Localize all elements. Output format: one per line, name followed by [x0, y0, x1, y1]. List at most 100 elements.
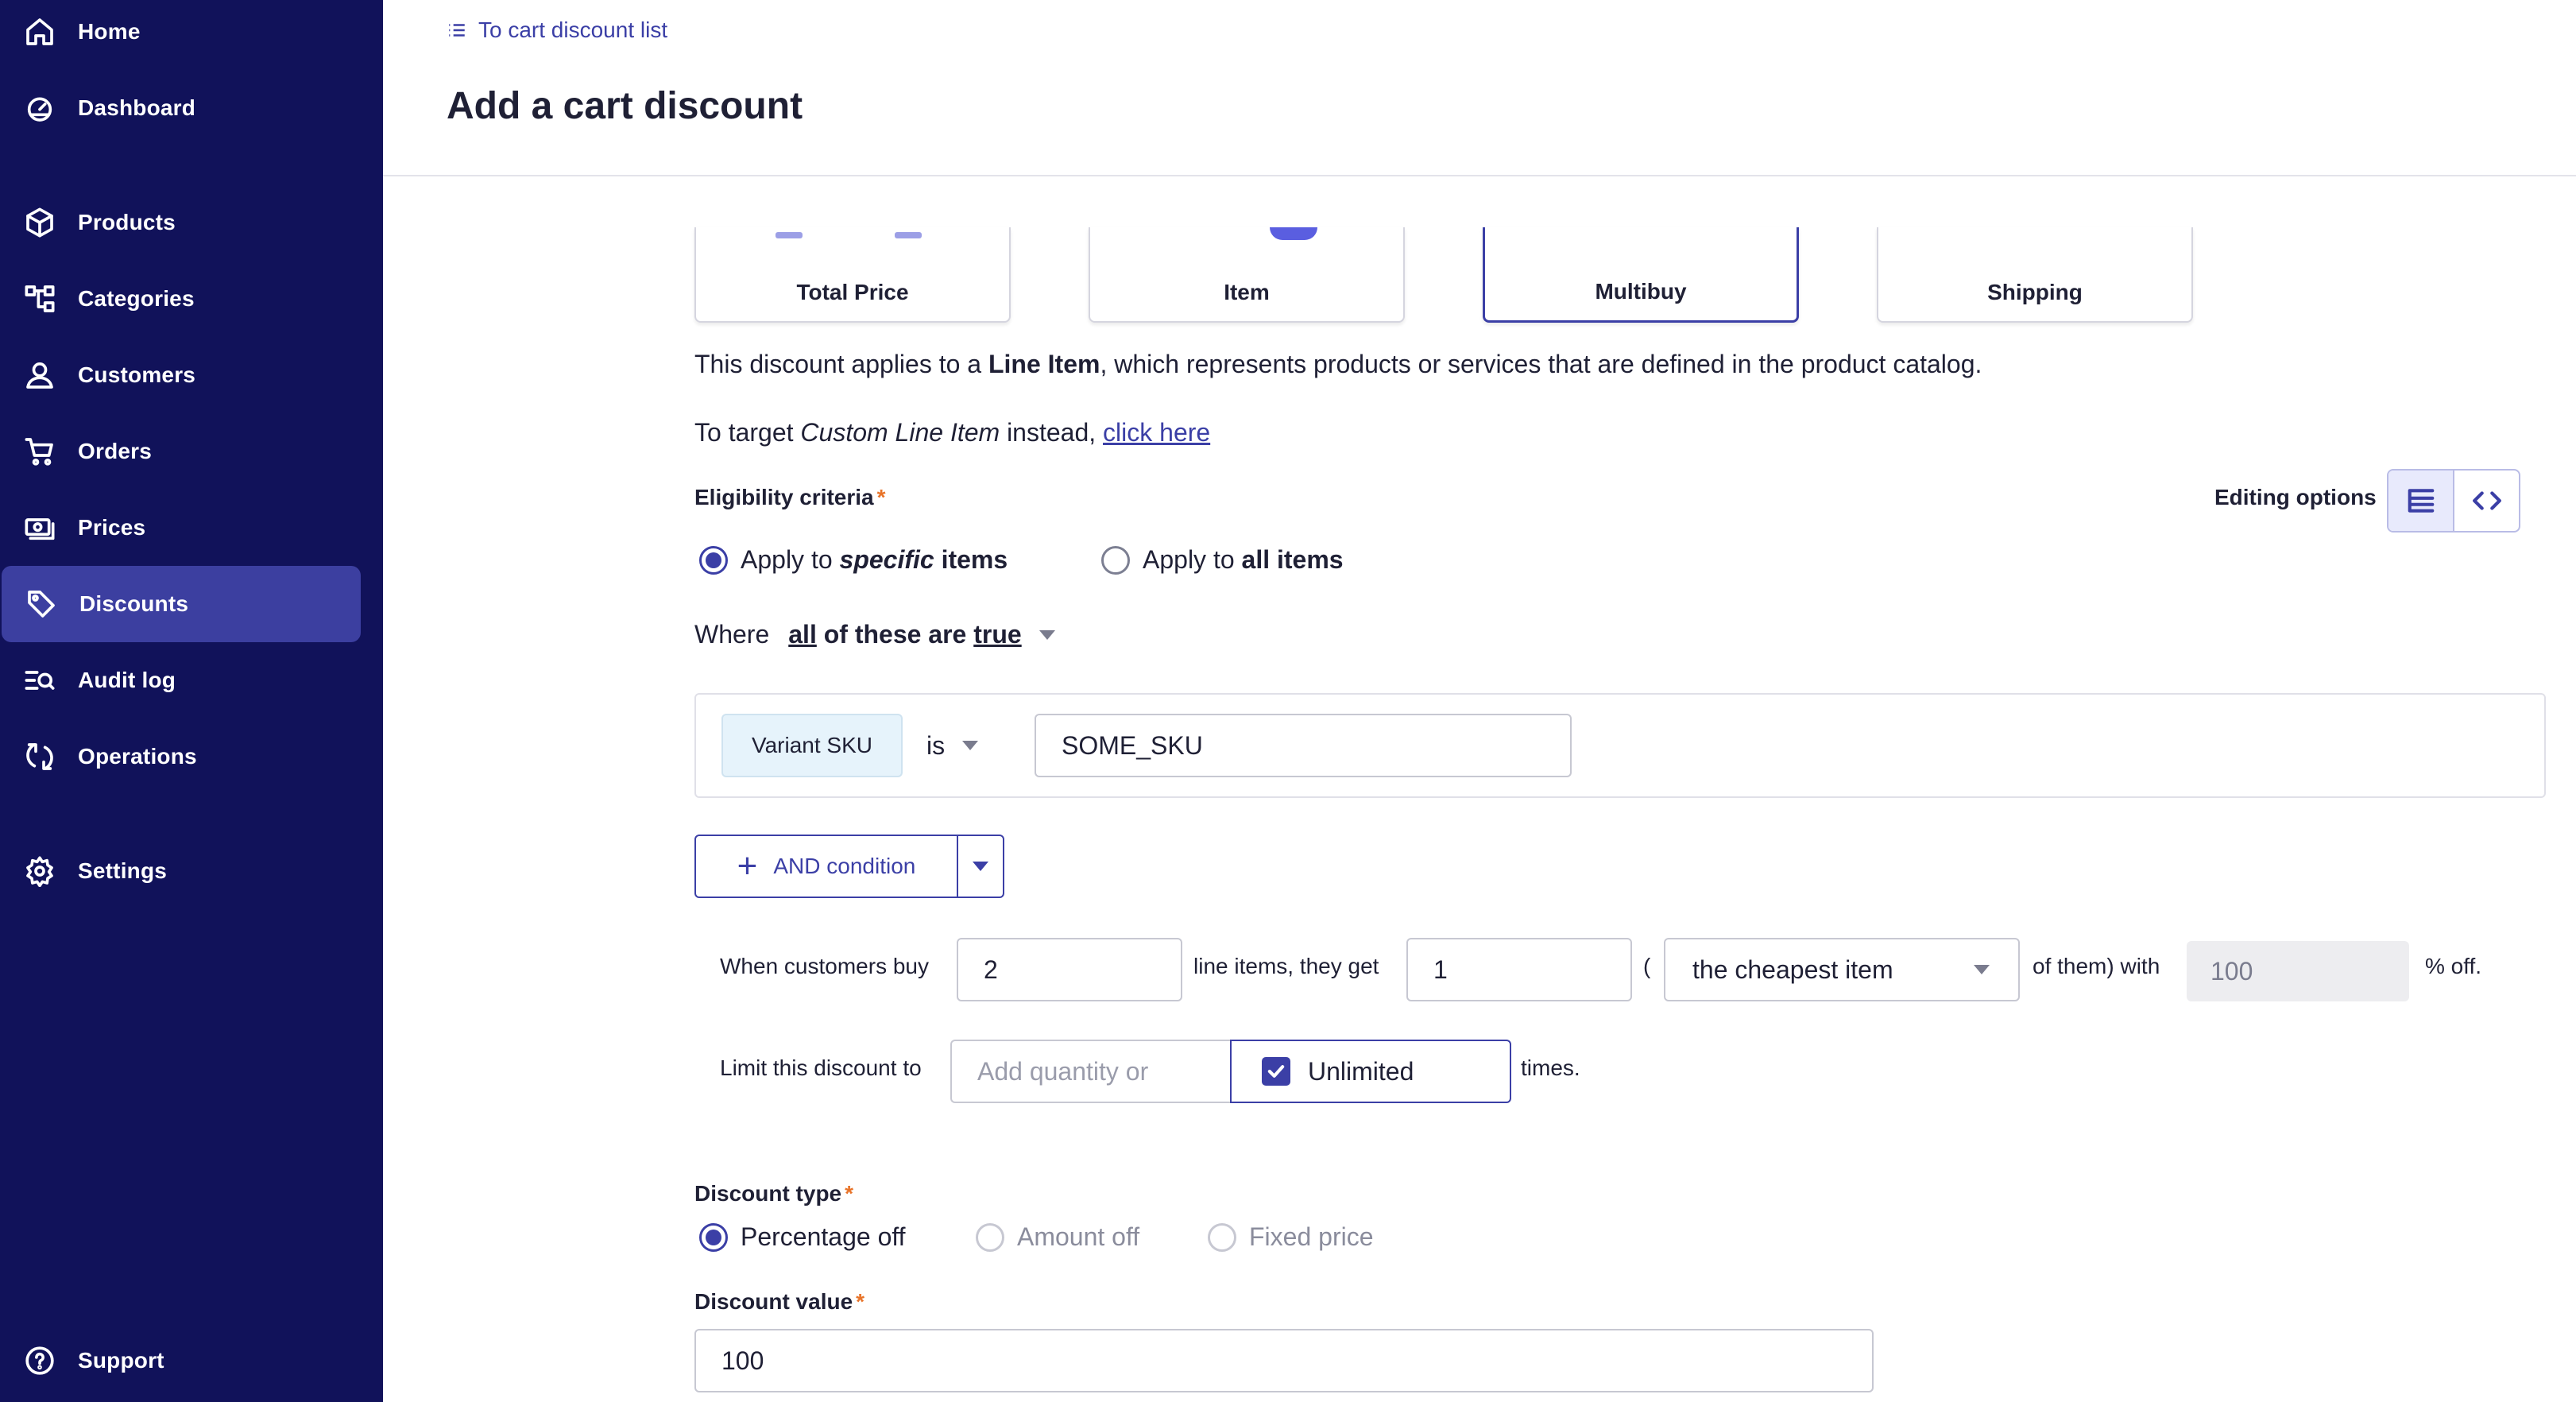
- radio-label-em: specific: [839, 545, 934, 574]
- label-text: Eligibility criteria: [694, 485, 874, 509]
- desc-text: To target: [694, 418, 801, 447]
- sidebar-item-settings[interactable]: Settings: [0, 833, 359, 909]
- buy-quantity-input[interactable]: 2: [957, 938, 1182, 1001]
- back-to-list-link[interactable]: To cart discount list: [447, 17, 667, 43]
- radio-indicator: [976, 1222, 1004, 1252]
- editing-options-label: Editing options: [2214, 485, 2377, 509]
- sidebar-item-label: Dashboard: [78, 95, 196, 120]
- times-label: times.: [1521, 1055, 1580, 1080]
- logic-true: true: [973, 620, 1022, 649]
- money-icon: [22, 510, 57, 545]
- sidebar: Home Dashboard Products Categories Custo…: [0, 0, 383, 1402]
- home-icon: [22, 14, 57, 49]
- label-text: Discount value: [694, 1289, 853, 1314]
- logic-operator-select[interactable]: all of these are true: [788, 620, 1055, 649]
- radio-label: Apply to: [741, 545, 840, 574]
- radio-label: Percentage off: [741, 1222, 906, 1251]
- and-condition-label: AND condition: [773, 854, 916, 878]
- target-card-shipping[interactable]: Shipping: [1877, 227, 2193, 323]
- selection-value: the cheapest item: [1692, 955, 1893, 984]
- unlimited-checkbox[interactable]: Unlimited: [1230, 1040, 1511, 1103]
- list-icon: [449, 24, 465, 37]
- desc-text: , which represents products or services …: [1100, 350, 1982, 378]
- add-and-condition[interactable]: + AND condition: [696, 836, 958, 897]
- apply-all-items-radio[interactable]: Apply to all items: [1101, 545, 1344, 575]
- gauge-icon: [22, 91, 57, 126]
- sidebar-item-audit-log[interactable]: Audit log: [0, 642, 359, 718]
- desc-text: instead,: [1000, 418, 1104, 447]
- cart-icon: [22, 434, 57, 469]
- sidebar-item-customers[interactable]: Customers: [0, 337, 359, 413]
- visual-builder-button[interactable]: [2388, 471, 2454, 531]
- box-icon: [22, 205, 57, 240]
- sidebar-item-label: Products: [78, 210, 176, 234]
- where-clause: Where all of these are true: [694, 620, 1055, 649]
- target-card-item[interactable]: Item: [1089, 227, 1405, 323]
- search-list-icon: [22, 663, 57, 698]
- apply-specific-items-radio[interactable]: Apply to specific items: [699, 545, 1008, 575]
- sidebar-item-prices[interactable]: Prices: [0, 490, 359, 566]
- discount-type-label: Discount type *: [694, 1181, 853, 1206]
- percentage-off-radio[interactable]: Percentage off: [699, 1222, 906, 1252]
- sidebar-item-label: Categories: [78, 286, 195, 311]
- and-condition-button[interactable]: + AND condition: [694, 835, 1004, 898]
- sidebar-item-label: Support: [78, 1348, 164, 1373]
- card-label: Shipping: [1987, 280, 2083, 304]
- condition-row: Variant SKU is SOME_SKU: [694, 693, 2546, 798]
- logic-mid: of these are: [816, 620, 974, 649]
- sidebar-item-categories[interactable]: Categories: [0, 261, 359, 337]
- chevron-down-icon: [962, 741, 979, 750]
- card-label: Item: [1224, 280, 1270, 304]
- sidebar-item-operations[interactable]: Operations: [0, 718, 359, 795]
- fixed-price-radio[interactable]: Fixed price: [1208, 1222, 1374, 1252]
- sidebar-item-home[interactable]: Home: [0, 0, 359, 70]
- plus-icon: +: [737, 846, 758, 885]
- target-card-total-price[interactable]: Total Price: [694, 227, 1011, 323]
- tree-icon: [22, 281, 57, 316]
- item-selection-select[interactable]: the cheapest item: [1664, 938, 2020, 1001]
- help-icon: [22, 1343, 57, 1378]
- operator-select[interactable]: is: [926, 714, 979, 777]
- radio-indicator: [699, 545, 728, 575]
- sync-icon: [22, 739, 57, 774]
- get-quantity-input[interactable]: 1: [1406, 938, 1632, 1001]
- sidebar-item-discounts[interactable]: Discounts: [2, 566, 361, 642]
- radio-label-bold: items: [934, 545, 1008, 574]
- required-marker: *: [845, 1181, 854, 1206]
- attribute-chip[interactable]: Variant SKU: [721, 714, 903, 777]
- desc-text: This discount applies to a: [694, 350, 988, 378]
- card-illustration: [895, 232, 922, 238]
- card-label: Multibuy: [1595, 279, 1687, 304]
- sidebar-item-label: Orders: [78, 439, 153, 463]
- sidebar-item-products[interactable]: Products: [0, 184, 359, 261]
- limit-control: Add quantity or Unlimited: [950, 1040, 1511, 1103]
- radio-label: Apply to: [1143, 545, 1242, 574]
- sku-value-input[interactable]: SOME_SKU: [1035, 714, 1572, 777]
- chevron-down-icon: [973, 862, 988, 871]
- main-content: Total Price Item Multibuy Shipping This …: [383, 178, 2576, 1402]
- code-icon: [2472, 491, 2501, 510]
- gear-icon: [22, 854, 57, 889]
- required-marker: *: [856, 1289, 865, 1314]
- sidebar-item-support[interactable]: Support: [0, 1323, 359, 1399]
- radio-label: Amount off: [1017, 1222, 1140, 1251]
- eligibility-criteria-label: Eligibility criteria *: [694, 485, 886, 510]
- operator-value: is: [926, 730, 946, 760]
- desc-italic: Custom Line Item: [800, 418, 1000, 447]
- sidebar-item-orders[interactable]: Orders: [0, 413, 359, 490]
- logic-all: all: [788, 620, 817, 649]
- line-item-description: This discount applies to a Line Item, wh…: [694, 350, 1982, 379]
- code-editor-button[interactable]: [2454, 471, 2519, 531]
- target-card-multibuy[interactable]: Multibuy: [1483, 227, 1799, 323]
- discount-value-input[interactable]: 100: [694, 1329, 1874, 1392]
- sidebar-item-label: Home: [78, 19, 141, 44]
- click-here-link[interactable]: click here: [1103, 418, 1210, 447]
- sidebar-item-dashboard[interactable]: Dashboard: [0, 70, 359, 146]
- chevron-down-icon: [1039, 629, 1055, 640]
- sidebar-item-label: Audit log: [78, 668, 176, 692]
- radio-indicator: [699, 1222, 728, 1252]
- amount-off-radio[interactable]: Amount off: [976, 1222, 1139, 1252]
- condition-type-dropdown[interactable]: [958, 836, 1003, 897]
- limit-quantity-input[interactable]: Add quantity or: [950, 1040, 1230, 1103]
- back-link-label: To cart discount list: [478, 17, 668, 42]
